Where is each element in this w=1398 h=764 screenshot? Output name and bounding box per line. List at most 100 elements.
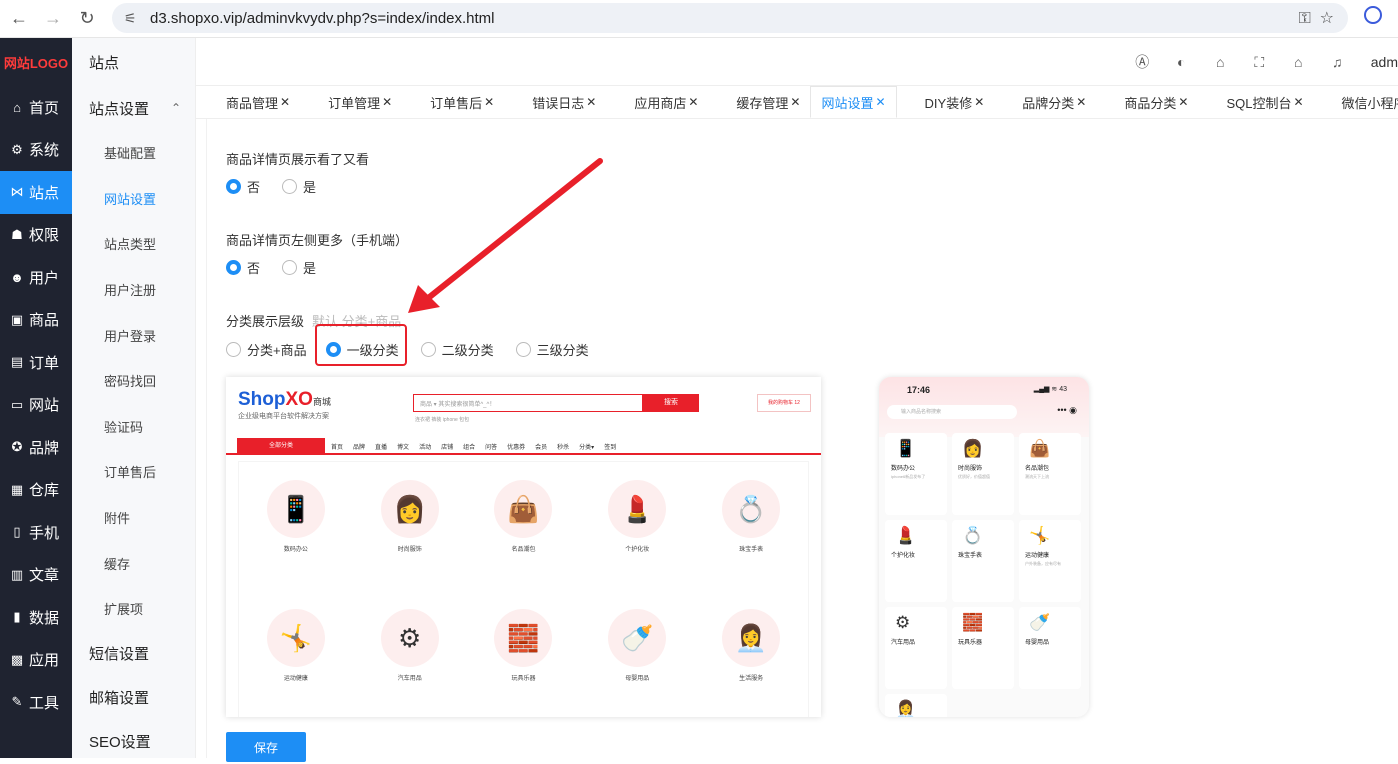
site-logo[interactable]: 网站LOGO (0, 38, 72, 86)
sub-item-9[interactable]: 缓存 (72, 540, 195, 586)
tab-9[interactable]: 商品分类 ✕ (1096, 86, 1198, 118)
tab-10[interactable]: SQL控制台 ✕ (1198, 86, 1313, 118)
sub-item-4[interactable]: 用户登录 (72, 312, 195, 358)
tab-4[interactable]: 应用商店 ✕ (606, 86, 708, 118)
radio-dot[interactable] (226, 260, 241, 275)
sub-item-1[interactable]: 网站设置 (72, 176, 195, 222)
category-image: 🧱 (962, 613, 984, 632)
close-icon[interactable]: ✕ (790, 95, 800, 109)
warehouse-icon: ▦ (10, 481, 24, 497)
tab-8[interactable]: 品牌分类 ✕ (994, 86, 1096, 118)
sidebar-item-3[interactable]: ☗ 权限 (0, 214, 72, 257)
bookmark-star-icon[interactable]: ⚿ ☆ (1299, 8, 1334, 28)
pc-search-input: 商品 ▾ 其实搜索很简单^_^！ (413, 394, 643, 412)
sub-item-5[interactable]: 密码找回 (72, 358, 195, 404)
radio-category-goods[interactable]: 分类+商品 (226, 340, 307, 359)
sidebar-item-7[interactable]: ▭ 网站 (0, 384, 72, 427)
sidebar-item-10[interactable]: ▯ 手机 (0, 511, 72, 554)
close-icon[interactable]: ✕ (875, 95, 885, 109)
sidebar-item-2[interactable]: ⋈ 站点 (0, 171, 72, 214)
sub-item-2[interactable]: 站点类型 (72, 221, 195, 267)
sub-item-0[interactable]: 基础配置 (72, 130, 195, 176)
sub-group-site-settings[interactable]: 站点设置 ⌃ (72, 86, 195, 130)
close-icon[interactable]: ✕ (974, 95, 984, 109)
home-icon[interactable]: ⌂ (1279, 54, 1318, 70)
radio-dot[interactable] (226, 342, 241, 357)
sidebar-item-14[interactable]: ✎ 工具 (0, 681, 72, 724)
radio-recommend-no[interactable]: 否 (226, 177, 260, 196)
close-icon[interactable]: ✕ (586, 95, 596, 109)
category-image: 🍼 (608, 609, 667, 667)
radio-dot[interactable] (282, 260, 298, 275)
back-icon[interactable]: ← (4, 4, 34, 34)
sub-item-6[interactable]: 验证码 (72, 404, 195, 450)
radio-left-more-no[interactable]: 否 (226, 258, 260, 277)
sub-item-3[interactable]: 用户注册 (72, 267, 195, 313)
close-icon[interactable]: ✕ (1293, 95, 1303, 109)
category-name: 运动健康 (283, 676, 308, 682)
mobile-status-icon: ▂▄▆ ≋ 43 (1033, 386, 1067, 393)
close-icon[interactable]: ✕ (382, 95, 392, 109)
radio-dot[interactable] (420, 342, 436, 357)
radio-left-more-yes[interactable]: 是 (282, 258, 316, 277)
main-sidebar: 网站LOGO ⌂ 首页 ⚙ 系统 ⋈ 站点 ☗ 权限 ☻ 用户 ▣ 商品 ▤ 订单 ▭ 网站 ✪ 品牌 ▦ 仓库 ▯ 手机… (0, 38, 72, 758)
sidebar-item-label: 仓库 (29, 482, 60, 500)
close-icon[interactable]: ✕ (484, 95, 494, 109)
sub-group-2[interactable]: SEO设置 (72, 720, 195, 764)
forward-icon[interactable]: → (38, 4, 68, 34)
tab-7[interactable]: DIY装修 ✕ (897, 86, 995, 118)
store-icon[interactable]: ⌂ (1201, 54, 1240, 70)
sub-item-7[interactable]: 订单售后 (72, 449, 195, 495)
sub-item-8[interactable]: 附件 (72, 495, 195, 541)
sidebar-item-8[interactable]: ✪ 品牌 (0, 426, 72, 469)
sub-group-0[interactable]: 短信设置 (72, 632, 195, 676)
sidebar-item-1[interactable]: ⚙ 系统 (0, 129, 72, 172)
theme-icon[interactable]: ◐ (1162, 54, 1201, 70)
user-menu[interactable]: adm (1371, 54, 1398, 70)
close-icon[interactable]: ✕ (1076, 95, 1086, 109)
tab-0[interactable]: 商品管理 ✕ (196, 86, 300, 118)
sub-group-1[interactable]: 邮箱设置 (72, 676, 195, 720)
radio-dot[interactable] (515, 342, 531, 357)
address-bar[interactable]: ⚟ d3.shopxo.vip/adminvkvydv.php?s=index/… (112, 3, 1348, 33)
close-icon[interactable]: ✕ (688, 95, 698, 109)
sidebar-item-12[interactable]: ▮ 数据 (0, 596, 72, 639)
category-image: ⚙ (895, 613, 911, 632)
close-icon[interactable]: ✕ (280, 95, 290, 109)
tab-3[interactable]: 错误日志 ✕ (504, 86, 606, 118)
radio-level-three[interactable]: 三级分类 (515, 340, 589, 359)
sidebar-item-6[interactable]: ▤ 订单 (0, 341, 72, 384)
radio-dot[interactable] (226, 179, 241, 194)
pc-category: 📱 数码办公 (239, 462, 353, 591)
sidebar-item-9[interactable]: ▦ 仓库 (0, 469, 72, 512)
radio-dot[interactable] (282, 179, 298, 194)
sidebar-item-5[interactable]: ▣ 商品 (0, 299, 72, 342)
reload-icon[interactable]: ↻ (72, 4, 102, 34)
sidebar-item-0[interactable]: ⌂ 首页 (0, 86, 72, 129)
sidebar-item-4[interactable]: ☻ 用户 (0, 256, 72, 299)
mobile-category: 🍼 母婴用品 (1019, 607, 1081, 689)
sidebar-item-label: 手机 (29, 524, 60, 542)
apps-icon: ▩ (10, 651, 24, 667)
font-icon[interactable]: Ⓐ (1123, 52, 1162, 72)
bell-icon[interactable]: ♫ (1318, 54, 1357, 70)
sidebar-item-11[interactable]: ▥ 文章 (0, 554, 72, 597)
tab-2[interactable]: 订单售后 ✕ (402, 86, 504, 118)
tab-5[interactable]: 缓存管理 ✕ (708, 86, 810, 118)
tab-label: 订单售后 (430, 95, 483, 111)
radio-level-two[interactable]: 二级分类 (420, 340, 494, 359)
tab-1[interactable]: 订单管理 ✕ (300, 86, 402, 118)
tab-6[interactable]: 网站设置 ✕ (810, 86, 897, 118)
category-name: 汽车用品 (397, 676, 422, 682)
radio-recommend-yes[interactable]: 是 (282, 177, 316, 196)
fullscreen-icon[interactable]: ⛶ (1240, 54, 1279, 71)
sidebar-item-13[interactable]: ▩ 应用 (0, 639, 72, 682)
category-name: 汽车用品 (891, 640, 916, 646)
tab-11[interactable]: 微信小程序✕ (1314, 86, 1398, 118)
close-icon[interactable]: ✕ (1178, 95, 1188, 109)
site-settings-icon[interactable]: ⚟ (124, 10, 137, 27)
sub-item-10[interactable]: 扩展项 (72, 586, 195, 632)
pc-category: ⚙ 汽车用品 (353, 591, 467, 717)
mobile-search: 输入商品名称搜索 (887, 405, 1017, 419)
profile-icon[interactable] (1364, 6, 1382, 24)
